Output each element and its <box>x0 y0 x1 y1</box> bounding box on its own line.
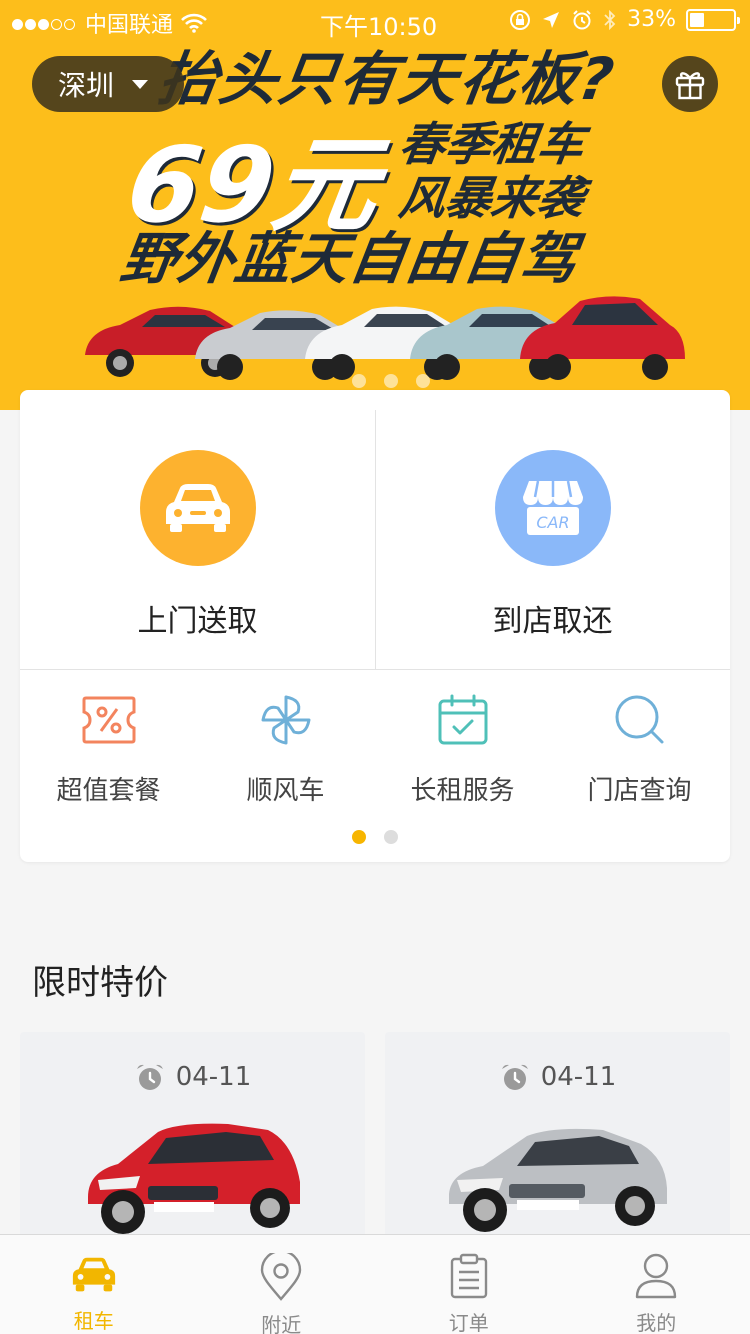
divider <box>20 669 730 670</box>
store-pickup-label: 到店取还 <box>492 604 613 639</box>
store-search-label: 门店查询 <box>587 776 692 806</box>
deal-date: 04-11 <box>540 1062 617 1092</box>
section-title: 限时特价 <box>32 963 168 1003</box>
city-selector[interactable]: 深圳 <box>32 56 184 112</box>
calendar-check-icon <box>433 690 493 750</box>
rotation-lock-icon <box>510 9 531 30</box>
battery-percent: 33% <box>627 7 676 32</box>
bluetooth-icon <box>604 9 616 30</box>
service-card: 上门送取 CAR 到店取还 超值套餐 顺风车 长租服务 门店查询 <box>20 390 730 862</box>
wifi-icon <box>181 13 207 33</box>
battery-fill <box>690 12 704 27</box>
alarm-icon <box>573 9 591 29</box>
tab-label: 附近 <box>261 1313 302 1334</box>
door-to-door-label: 上门送取 <box>137 604 258 639</box>
location-pin-icon <box>257 1253 305 1301</box>
value-package-label: 超值套餐 <box>56 776 161 806</box>
promo-banner[interactable]: 中国联通 下午10:50 33% 深圳 抬头只有天花板? 69元 春季租车 风暴… <box>0 0 750 410</box>
deal-car-image <box>449 1128 667 1232</box>
banner-pagination <box>352 374 430 388</box>
deal-card[interactable]: 04-11 <box>20 1032 365 1242</box>
long-term-rental-option[interactable]: 长租服务 <box>374 690 551 807</box>
promo-tagline: 野外蓝天自由自驾 <box>116 227 582 292</box>
deal-date-row: 04-11 <box>385 1062 730 1092</box>
tab-label: 租车 <box>73 1309 114 1333</box>
carrier-label: 中国联通 <box>85 13 174 38</box>
tab-label: 我的 <box>636 1311 677 1334</box>
city-label: 深圳 <box>58 69 115 102</box>
tab-rent-car[interactable]: 租车 <box>0 1235 188 1334</box>
deal-car-image <box>88 1123 300 1234</box>
gift-button[interactable] <box>662 56 718 112</box>
tab-profile[interactable]: 我的 <box>563 1235 750 1334</box>
tab-label: 订单 <box>448 1311 489 1334</box>
store-pickup-option[interactable]: CAR 到店取还 <box>375 410 730 669</box>
location-arrow-icon <box>543 11 560 28</box>
pinwheel-icon <box>256 690 316 750</box>
status-bar: 中国联通 下午10:50 33% <box>0 0 750 41</box>
carpool-label: 顺风车 <box>246 776 325 806</box>
battery-icon <box>686 8 740 31</box>
gift-icon <box>675 72 705 100</box>
tab-nearby[interactable]: 附近 <box>188 1235 376 1334</box>
caret-down-icon <box>132 79 149 89</box>
pagination-dot[interactable] <box>352 374 366 388</box>
search-icon <box>610 690 670 750</box>
tab-bar: 租车 附近 订单 我的 <box>0 1234 750 1334</box>
alarm-clock-icon <box>501 1064 528 1090</box>
car-store-icon: CAR <box>522 480 583 535</box>
car-icon <box>70 1253 118 1297</box>
user-icon <box>632 1253 680 1299</box>
discount-coupon-icon <box>79 690 139 750</box>
tab-orders[interactable]: 订单 <box>375 1235 563 1334</box>
status-left: 中国联通 <box>12 7 207 39</box>
signal-strength-icon <box>12 11 77 36</box>
pagination-dot-active[interactable] <box>352 830 366 844</box>
pagination-dot[interactable] <box>384 374 398 388</box>
status-right: 33% <box>509 7 740 32</box>
deal-date: 04-11 <box>175 1062 252 1092</box>
alarm-clock-icon <box>136 1064 163 1090</box>
clock: 下午10:50 <box>320 13 438 41</box>
clipboard-icon <box>445 1253 493 1299</box>
car-icon <box>165 484 230 532</box>
banner-cars-image <box>85 296 685 380</box>
door-to-door-delivery-option[interactable]: 上门送取 <box>20 410 375 669</box>
carpool-option[interactable]: 顺风车 <box>197 690 374 807</box>
sub-services: 超值套餐 顺风车 长租服务 门店查询 <box>20 690 730 807</box>
store-sign-text: CAR <box>536 513 569 532</box>
deal-card[interactable]: 04-11 <box>385 1032 730 1242</box>
deal-date-row: 04-11 <box>20 1062 365 1092</box>
service-icon-circle <box>139 450 256 566</box>
store-search-option[interactable]: 门店查询 <box>551 690 728 807</box>
service-icon-circle: CAR <box>494 450 611 566</box>
pagination-dot[interactable] <box>384 830 398 844</box>
value-package-option[interactable]: 超值套餐 <box>20 690 197 807</box>
pagination-dot[interactable] <box>416 374 430 388</box>
services-pagination <box>352 830 398 844</box>
long-term-rental-label: 长租服务 <box>410 776 515 806</box>
